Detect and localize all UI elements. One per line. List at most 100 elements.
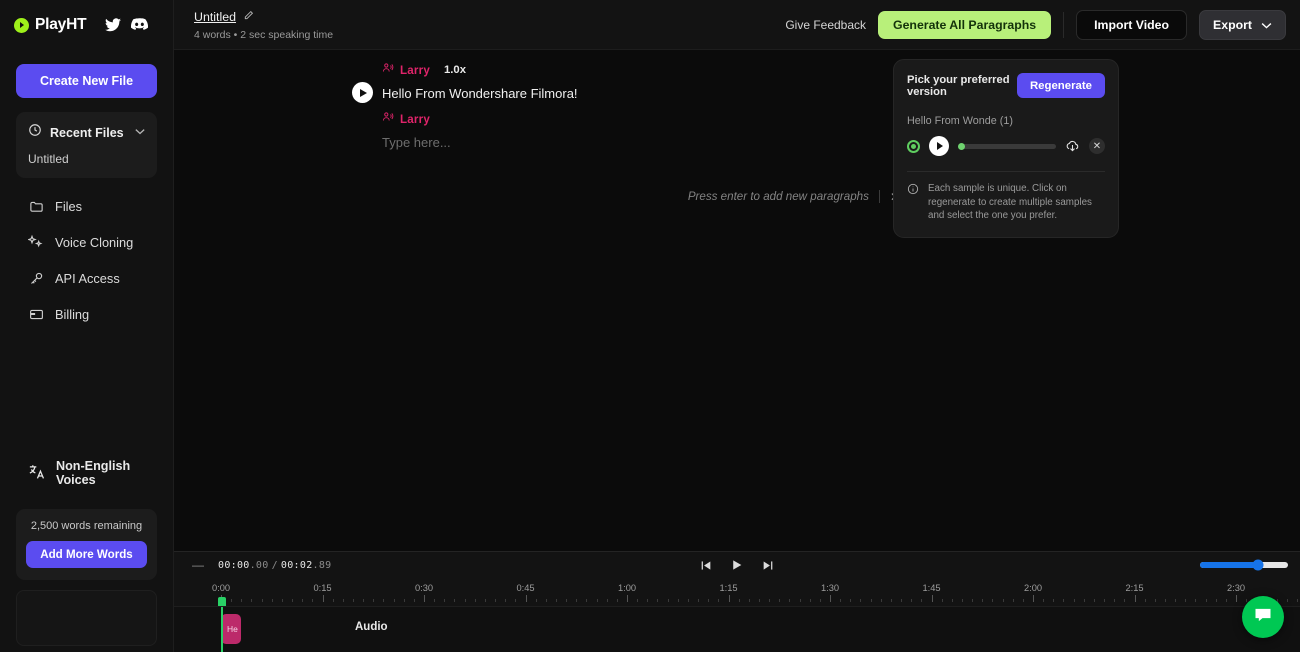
- sidebar-bottom-card: [16, 590, 157, 646]
- ruler-tick-label: 0:00: [211, 583, 231, 593]
- ruler-tick-major: [322, 595, 324, 602]
- ruler-tick-minor: [982, 599, 984, 602]
- paragraph-editor: Larry 1.0x Hello From Wondershare Filmor…: [344, 60, 904, 203]
- folder-icon: [28, 198, 44, 214]
- brand-header: PlayHT: [0, 0, 173, 50]
- sidebar-item-non-english-voices[interactable]: Non-English Voices: [0, 449, 173, 497]
- twitter-icon[interactable]: [105, 18, 122, 32]
- ruler-tick-minor: [840, 599, 842, 602]
- ruler-tick-minor: [687, 599, 689, 602]
- sidebar-item-label: Voice Cloning: [55, 234, 134, 250]
- sidebar: PlayHT Create New File Recent Files Unti…: [0, 0, 174, 652]
- ruler-tick-minor: [1296, 599, 1298, 602]
- ruler-tick-minor: [292, 599, 294, 602]
- add-more-words-button[interactable]: Add More Words: [26, 541, 147, 568]
- ruler-tick-minor: [637, 599, 639, 602]
- sidebar-item-files[interactable]: Files: [0, 188, 173, 224]
- ruler-tick-minor: [261, 599, 263, 602]
- ruler-tick-minor: [961, 599, 963, 602]
- ruler-tick-minor: [911, 599, 913, 602]
- zoom-slider-thumb[interactable]: [1252, 559, 1264, 571]
- radio-selected-icon[interactable]: [907, 139, 920, 153]
- give-feedback-link[interactable]: Give Feedback: [785, 18, 866, 32]
- ruler-tick-label: 1:15: [719, 583, 738, 593]
- ruler-tick-minor: [281, 599, 283, 602]
- recent-files-header[interactable]: Recent Files: [16, 120, 157, 145]
- speed-value[interactable]: 1.0x: [444, 64, 466, 76]
- ruler-tick-minor: [789, 599, 791, 602]
- sidebar-item-voice-cloning[interactable]: Voice Cloning: [0, 224, 173, 260]
- sidebar-item-api-access[interactable]: API Access: [0, 260, 173, 296]
- discord-icon[interactable]: [131, 18, 149, 32]
- topbar-actions: Give Feedback Generate All Paragraphs Im…: [785, 9, 1286, 40]
- ruler-tick-minor: [444, 599, 446, 602]
- ruler-tick-minor: [992, 599, 994, 602]
- chevron-down-icon: [135, 128, 145, 138]
- ruler-tick-minor: [606, 599, 608, 602]
- sample-progress-slider[interactable]: [958, 142, 1056, 150]
- pencil-edit-icon[interactable]: [243, 8, 254, 26]
- ruler-tick-label: 1:00: [617, 583, 637, 593]
- sample-play-button[interactable]: [929, 136, 949, 156]
- close-icon[interactable]: ✕: [1089, 138, 1105, 154]
- ruler-tick-major: [728, 595, 730, 602]
- paragraph-block[interactable]: Larry 1.0x Hello From Wondershare Filmor…: [344, 60, 904, 103]
- ruler-tick-minor: [779, 599, 781, 602]
- ruler-tick-minor: [566, 599, 568, 602]
- sidebar-item-billing[interactable]: Billing: [0, 296, 173, 332]
- playhead[interactable]: [221, 607, 223, 652]
- toolbar-divider: [1063, 11, 1065, 38]
- ruler-tick-minor: [535, 599, 537, 602]
- skip-back-icon[interactable]: [700, 559, 713, 572]
- chat-bubble-icon: [1253, 605, 1273, 630]
- recent-files-card: Recent Files Untitled: [16, 112, 157, 178]
- playht-studio-window: PlayHT Create New File Recent Files Unti…: [0, 0, 1300, 652]
- download-cloud-icon[interactable]: [1065, 139, 1080, 154]
- playht-logo[interactable]: PlayHT: [14, 16, 87, 34]
- create-new-file-button[interactable]: Create New File: [16, 64, 157, 98]
- sidebar-item-label: Files: [55, 198, 83, 214]
- chat-support-button[interactable]: [1242, 596, 1284, 638]
- ruler-tick-minor: [1175, 599, 1177, 602]
- ruler-tick-minor: [383, 599, 385, 602]
- import-video-button[interactable]: Import Video: [1076, 9, 1188, 40]
- generate-all-paragraphs-button[interactable]: Generate All Paragraphs: [878, 10, 1052, 39]
- timeline-zoom-slider[interactable]: [1200, 559, 1288, 571]
- export-button[interactable]: Export: [1199, 9, 1286, 40]
- timeline-ruler[interactable]: 0:00 0:15 0:30 0:45 1:00 1:15 1:30 1:45 2:00 2:15…: [174, 578, 1300, 608]
- ruler-tick-minor: [718, 599, 720, 602]
- ruler-tick-minor: [870, 599, 872, 602]
- ruler-tick-major: [627, 595, 628, 602]
- editor-hint-text: Press enter to add new paragraphs: [687, 190, 869, 203]
- main-area: Untitled 4 words • 2 sec speaking time G…: [174, 0, 1300, 652]
- voice-selector[interactable]: Larry: [382, 61, 430, 79]
- skip-forward-icon[interactable]: [762, 559, 775, 572]
- ruler-tick-minor: [1104, 599, 1106, 602]
- ruler-tick-minor: [647, 599, 649, 602]
- paragraph-text-input[interactable]: Type here...: [382, 129, 904, 152]
- paragraph-block[interactable]: Larry Type here...: [344, 109, 904, 152]
- clock-icon: [28, 123, 42, 142]
- ruler-tick-minor: [1002, 599, 1004, 602]
- play-icon[interactable]: [731, 558, 744, 572]
- ruler-tick-minor: [332, 599, 334, 602]
- track-label: Audio: [355, 621, 388, 633]
- timeline-track-audio[interactable]: Audio He: [174, 606, 1300, 652]
- minimize-icon[interactable]: —: [192, 559, 204, 571]
- voice-selector[interactable]: Larry: [382, 110, 430, 128]
- ruler-tick-minor: [901, 599, 903, 602]
- recent-file-untitled[interactable]: Untitled: [16, 145, 157, 168]
- paragraph-text[interactable]: Hello From Wondershare Filmora!: [382, 80, 904, 103]
- recent-files-label: Recent Files: [50, 125, 124, 140]
- document-title[interactable]: Untitled: [194, 10, 236, 24]
- regenerate-button[interactable]: Regenerate: [1016, 73, 1105, 98]
- ruler-tick-minor: [474, 599, 476, 602]
- ruler-tick-minor: [921, 599, 923, 602]
- ruler-tick-minor: [1083, 599, 1085, 602]
- ruler-tick-minor: [352, 599, 354, 602]
- total-time-ms: .89: [312, 559, 332, 571]
- audio-clip[interactable]: He: [221, 614, 241, 644]
- brand-name: PlayHT: [35, 16, 87, 33]
- export-label: Export: [1213, 17, 1252, 32]
- paragraph-play-button[interactable]: [352, 82, 373, 103]
